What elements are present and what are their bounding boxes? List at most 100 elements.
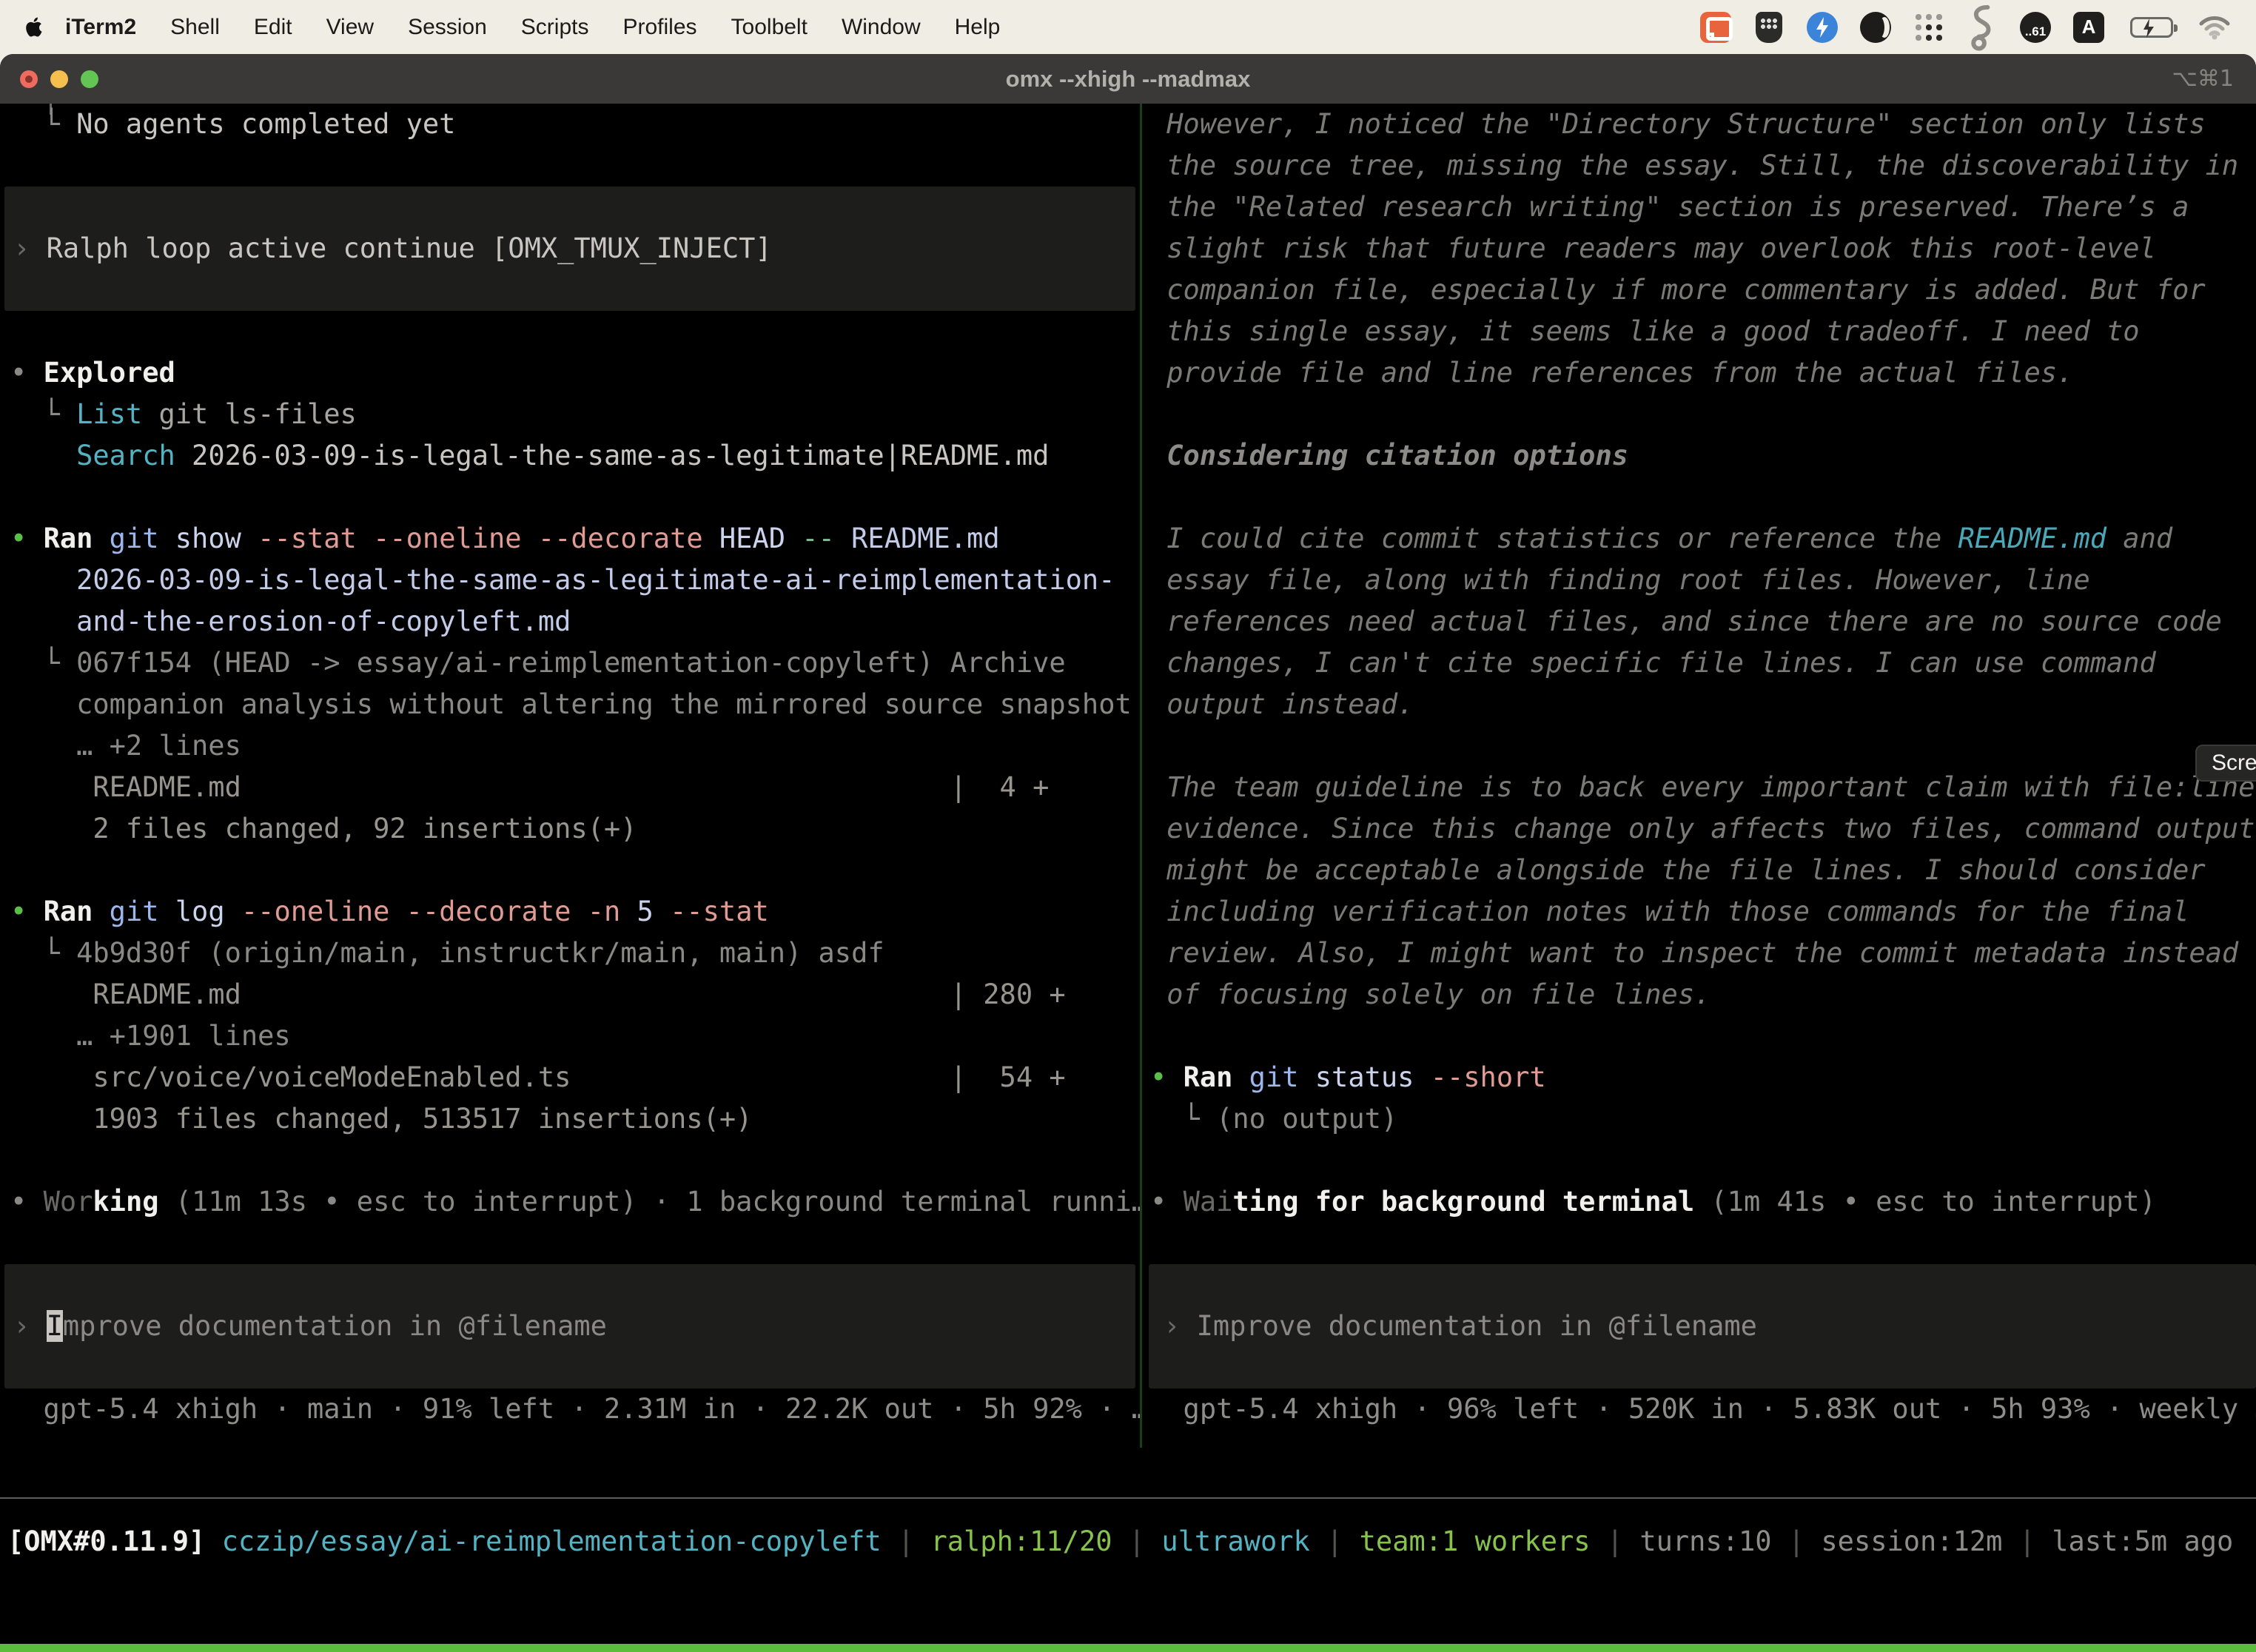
text-segment xyxy=(10,440,76,471)
terminal-line: └ 4b9d30f (origin/main, instructkr/main,… xyxy=(0,933,1140,974)
text-segment: 4b9d30f (origin/main, instructkr/main, m… xyxy=(76,937,884,969)
text-segment xyxy=(620,896,637,927)
screen-overlay-label: Scre xyxy=(2212,751,2256,775)
text-segment: … +2 lines xyxy=(10,730,241,762)
text-segment: 2026-03-09-is-legal-the-same-as-legitima… xyxy=(175,440,1050,471)
badge-61-icon[interactable]: ..61 xyxy=(2019,11,2052,44)
text-segment: --stat --oneline --decorate xyxy=(258,523,702,554)
text-segment xyxy=(205,1525,221,1557)
menu-item-iterm2[interactable]: iTerm2 xyxy=(65,15,136,40)
screen-share-overlay[interactable]: Scre xyxy=(2195,745,2256,782)
menu-item-session[interactable]: Session xyxy=(408,15,487,40)
text-segment: Considering citation options xyxy=(1150,440,1628,471)
terminal-line: • Working (11m 13s • esc to interrupt) ·… xyxy=(0,1181,1140,1223)
prompt-line: › Improve documentation in @filename xyxy=(13,1306,607,1347)
terminal-line: output instead. xyxy=(1144,684,2256,725)
terminal-line: Considering citation options xyxy=(1144,435,2256,477)
text-segment: git xyxy=(1249,1061,1299,1093)
text-segment: Wai xyxy=(1184,1186,1233,1218)
text-segment: • xyxy=(10,1186,44,1218)
text-segment: evidence. Since this change only affects… xyxy=(1150,813,2255,845)
text-segment: README.md xyxy=(10,771,950,803)
shield-app-icon[interactable] xyxy=(1753,11,1785,44)
text-segment: might be acceptable alongside the file l… xyxy=(1150,854,2206,886)
text-segment: gpt-5.4 xhigh · main · 91% left · 2.31M … xyxy=(10,1393,1140,1425)
text-segment: | 280 + xyxy=(950,978,1066,1010)
terminal-line: 2 files changed, 92 insertions(+) xyxy=(0,808,1140,850)
battery-icon[interactable] xyxy=(2126,11,2178,44)
text-segment: -n xyxy=(588,896,621,927)
menu-item-window[interactable]: Window xyxy=(842,15,921,40)
window-shortcut-badge: ⌥⌘1 xyxy=(2172,66,2234,92)
terminal-line: README.md | 280 + xyxy=(0,974,1140,1015)
crescent-app-icon[interactable] xyxy=(1859,11,1892,44)
text-segment: | xyxy=(2002,1525,2052,1557)
text-segment: List xyxy=(76,398,142,430)
text-segment: git xyxy=(110,523,159,554)
menu-item-edit[interactable]: Edit xyxy=(254,15,292,40)
terminal-line: • Explored xyxy=(0,352,1140,394)
menu-item-view[interactable]: View xyxy=(326,15,374,40)
text-segment: | xyxy=(1310,1525,1360,1557)
text-segment: session:12m xyxy=(1821,1525,2002,1557)
menu-item-scripts[interactable]: Scripts xyxy=(521,15,589,40)
text-segment: 2 files changed, 92 insertions(+) xyxy=(10,813,637,845)
tmux-status-bar: [omx-cczip0:bash* "MacBook-Pro-44.local"… xyxy=(0,1644,2256,1652)
text-segment xyxy=(241,523,258,554)
wifi-icon[interactable] xyxy=(2198,11,2231,44)
terminal-line: … +2 lines xyxy=(0,725,1140,767)
tmux-pane-divider[interactable] xyxy=(1140,104,1142,1448)
text-segment: (1m 41s • esc to interrupt) xyxy=(1694,1186,2156,1218)
tmux-pane-right[interactable]: However, I noticed the "Directory Struct… xyxy=(1144,104,2256,1430)
squiggle-app-icon[interactable] xyxy=(1966,11,1998,44)
menu-item-shell[interactable]: Shell xyxy=(170,15,220,40)
prompt-line: › Ralph loop active continue [OMX_TMUX_I… xyxy=(13,228,772,269)
terminal-line: might be acceptable alongside the file l… xyxy=(1144,850,2256,891)
text-segment: the source tree, missing the essay. Stil… xyxy=(1150,150,2238,181)
menu-item-profiles[interactable]: Profiles xyxy=(622,15,696,40)
text-segment: Improve documentation in @filename xyxy=(1197,1310,1757,1342)
window-title-bar[interactable]: omx --xhigh --madmax ⌥⌘1 xyxy=(0,54,2256,104)
text-segment: show xyxy=(175,523,241,554)
menu-bar-items: iTerm2 Shell Edit View Session Scripts Profile… xyxy=(65,15,1000,40)
text-segment: • xyxy=(10,896,44,927)
letter-a-app-icon[interactable]: A xyxy=(2072,11,2105,44)
text-segment: ting for background terminal xyxy=(1232,1186,1694,1218)
terminal-line: 1903 files changed, 513517 insertions(+) xyxy=(0,1098,1140,1140)
text-segment: However, I noticed the "Directory Struct… xyxy=(1150,108,2206,140)
text-segment xyxy=(1299,1061,1315,1093)
terminal-line: gpt-5.4 xhigh · 96% left · 520K in · 5.8… xyxy=(1144,1389,2256,1430)
chat-input-right[interactable]: › Improve documentation in @filename xyxy=(1149,1264,2256,1389)
menu-item-toolbelt[interactable]: Toolbelt xyxy=(731,15,808,40)
text-segment: └ xyxy=(1150,1103,1216,1135)
text-segment: • xyxy=(1150,1186,1184,1218)
apple-menu-icon[interactable] xyxy=(25,16,44,38)
chat-app-icon[interactable] xyxy=(1699,11,1732,44)
text-segment: essay file, along with finding root file… xyxy=(1150,564,2090,596)
menu-item-help[interactable]: Help xyxy=(955,15,1001,40)
blank-line xyxy=(0,1223,1140,1264)
text-segment: › xyxy=(13,1310,47,1342)
tmux-pane-left[interactable]: └ No agents completed yet › Ralph loop ac… xyxy=(0,104,1140,1430)
text-segment: log xyxy=(175,896,225,927)
blank-line xyxy=(1144,1015,2256,1057)
terminal-line: companion analysis without altering the … xyxy=(0,684,1140,725)
text-segment: king xyxy=(93,1186,158,1218)
terminal-line: gpt-5.4 xhigh · main · 91% left · 2.31M … xyxy=(0,1389,1140,1430)
text-segment: cczip/essay/ai-reimplementation-copyleft xyxy=(222,1525,882,1557)
terminal-line: • Ran git status --short xyxy=(1144,1057,2256,1098)
grid-dots-icon[interactable] xyxy=(1913,11,1945,44)
chat-input-left[interactable]: › Improve documentation in @filename xyxy=(4,1264,1135,1389)
blank-line xyxy=(0,477,1140,518)
ralph-loop-banner[interactable]: › Ralph loop active continue [OMX_TMUX_I… xyxy=(4,187,1135,311)
text-segment: changes, I can't cite specific file line… xyxy=(1150,647,2156,679)
text-segment: (11m 13s • esc to interrupt) · 1 backgro… xyxy=(159,1186,1141,1218)
bolt-app-icon[interactable] xyxy=(1806,11,1839,44)
blank-line xyxy=(0,145,1140,187)
terminal-line: └ No agents completed yet xyxy=(0,104,1140,145)
text-segment: … +1901 lines xyxy=(10,1020,291,1052)
terminal-line: the "Related research writing" section i… xyxy=(1144,187,2256,228)
text-segment xyxy=(93,523,109,554)
text-segment: src/voice/voiceModeEnabled.ts xyxy=(10,1061,950,1093)
terminal-line: slight risk that future readers may over… xyxy=(1144,228,2256,269)
